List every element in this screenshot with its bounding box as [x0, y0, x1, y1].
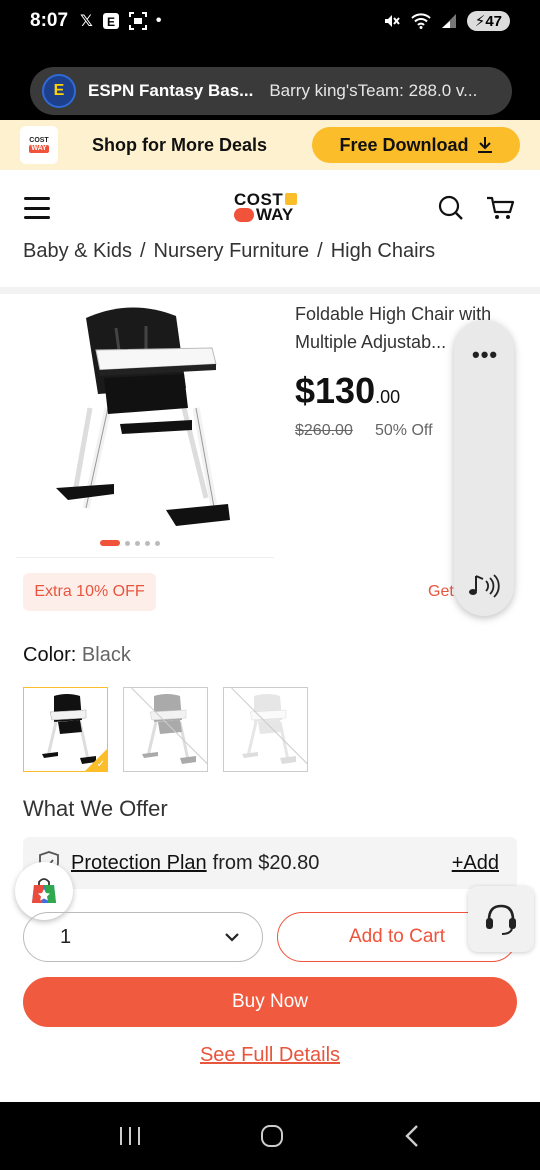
discount-label: 50% Off [375, 422, 433, 439]
news-icon: E [102, 13, 119, 29]
status-bar: 8:07 𝕏 E • ⚡47 [0, 0, 540, 42]
costway-logo[interactable]: COST WAY [234, 191, 306, 223]
floating-side-panel[interactable]: ••• [454, 320, 514, 616]
breadcrumb: Baby & Kids / Nursery Furniture / High C… [23, 240, 436, 263]
chevron-down-icon [225, 933, 239, 942]
see-full-details-link[interactable]: See Full Details [0, 1044, 540, 1067]
quantity-selector[interactable]: 1 [23, 912, 263, 962]
protection-plan-price: from $20.80 [212, 851, 320, 874]
recent-apps-icon[interactable] [118, 1125, 142, 1147]
breadcrumb-nursery-furniture[interactable]: Nursery Furniture [154, 240, 310, 263]
quantity-value: 1 [60, 925, 72, 948]
espn-app-icon: E [42, 74, 76, 108]
status-time: 8:07 [30, 10, 69, 31]
original-price: $260.00 [295, 422, 353, 439]
svg-text:E: E [107, 15, 115, 29]
product-price: $130.00 [295, 370, 401, 411]
carousel-dot[interactable] [145, 540, 150, 546]
breadcrumb-baby-kids[interactable]: Baby & Kids [23, 240, 132, 263]
buy-now-button[interactable]: Buy Now [23, 977, 517, 1027]
protection-plan-row: Protection Plan from $20.80 +Add [23, 837, 517, 889]
divider [0, 287, 540, 294]
free-download-button[interactable]: Free Download [312, 127, 520, 163]
site-header: COST WAY [0, 170, 540, 246]
back-icon[interactable] [402, 1123, 422, 1149]
high-chair-image [56, 307, 230, 526]
protection-plan-link[interactable]: Protection Plan [71, 852, 207, 875]
color-swatch-gray[interactable] [123, 687, 208, 772]
dot-icon: • [155, 12, 162, 29]
breadcrumb-high-chairs[interactable]: High Chairs [331, 240, 435, 263]
status-left-icons: 𝕏 E • [80, 11, 162, 31]
home-icon[interactable] [259, 1123, 285, 1149]
carousel-dot[interactable] [155, 540, 160, 546]
customer-support-icon[interactable] [468, 886, 534, 952]
product-image[interactable] [16, 298, 274, 558]
carousel-dot[interactable] [135, 540, 140, 546]
image-carousel-dots [100, 540, 160, 546]
add-protection-button[interactable]: +Add [452, 852, 499, 875]
notification-pill[interactable]: E ESPN Fantasy Bas... Barry king'sTeam: … [30, 67, 512, 115]
notification-title: ESPN Fantasy Bas... [88, 81, 254, 100]
notification-text: Barry king'sTeam: 288.0 v... [269, 81, 478, 100]
download-icon [477, 137, 492, 153]
color-swatch-white[interactable] [223, 687, 308, 772]
notification-area: E ESPN Fantasy Bas... Barry king'sTeam: … [0, 42, 540, 120]
more-options-icon[interactable]: ••• [472, 342, 498, 368]
color-label: Color: Black [23, 644, 131, 666]
cart-icon[interactable] [486, 195, 516, 221]
signal-icon [441, 14, 456, 28]
carousel-dot[interactable] [125, 540, 130, 546]
status-right-icons: ⚡47 [383, 11, 510, 31]
menu-icon[interactable] [24, 197, 50, 219]
audio-icon[interactable] [466, 572, 502, 600]
what-we-offer-heading: What We Offer [23, 796, 168, 821]
mute-icon [384, 15, 400, 27]
color-swatch-black[interactable]: ✓ [23, 687, 108, 772]
carousel-dot-active[interactable] [100, 540, 120, 546]
wifi-icon [411, 13, 431, 29]
promo-text: Shop for More Deals [92, 134, 268, 155]
system-nav-bar [0, 1102, 540, 1170]
extra-off-badge[interactable]: Extra 10% OFF [23, 573, 156, 611]
battery-indicator: ⚡47 [466, 11, 510, 31]
screenshot-icon [128, 12, 147, 30]
app-promo-banner: COST WAY Shop for More Deals Free Downlo… [0, 120, 540, 170]
x-icon: 𝕏 [80, 13, 93, 30]
costway-app-icon: COST WAY [20, 126, 58, 164]
get-coupon-link[interactable]: Get [428, 583, 454, 601]
search-icon[interactable] [438, 195, 464, 221]
